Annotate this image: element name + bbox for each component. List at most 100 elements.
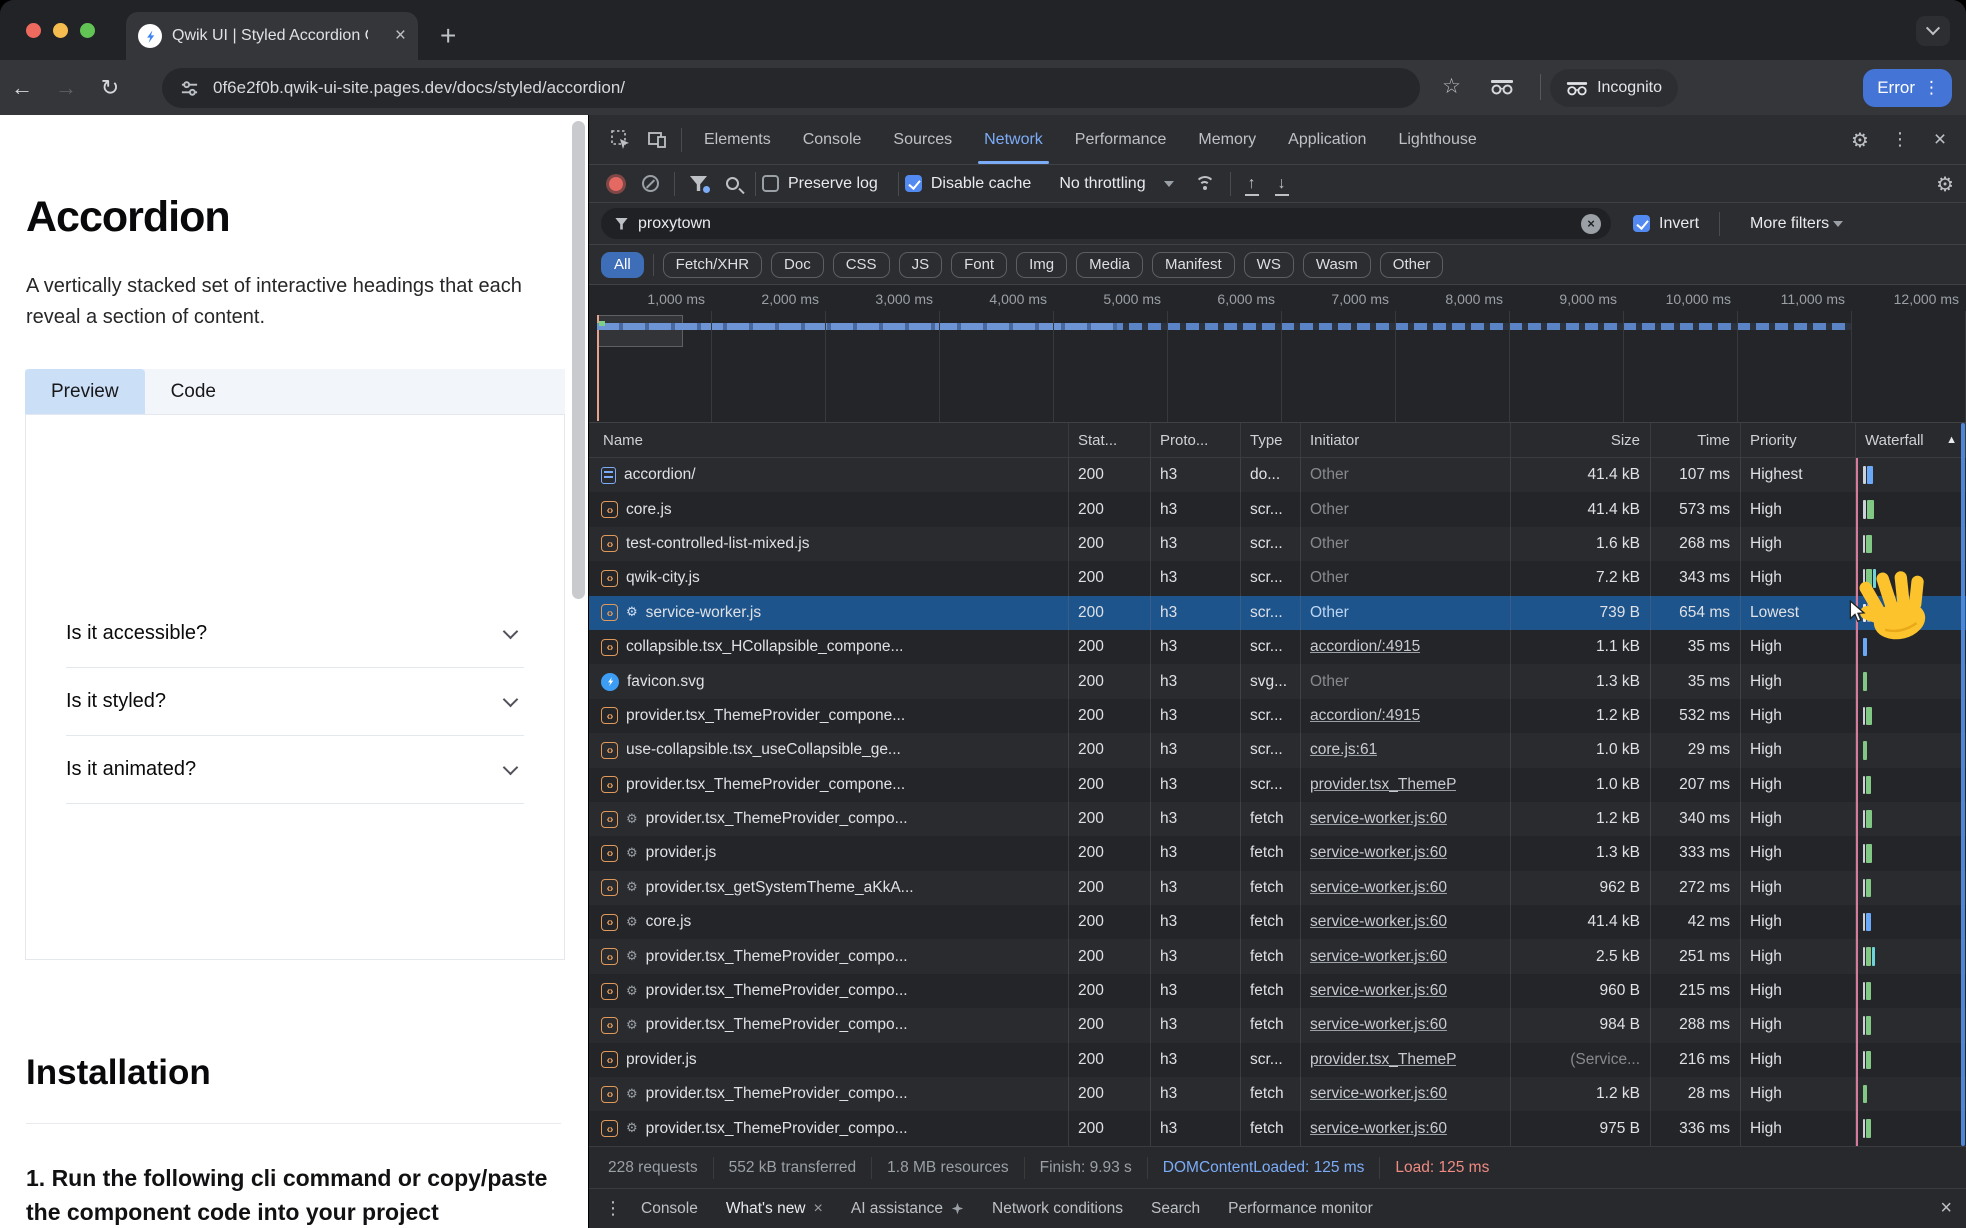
- devtools-tab-elements[interactable]: Elements: [688, 115, 787, 164]
- column-header-type[interactable]: Type: [1241, 423, 1301, 457]
- filter-chip-wasm[interactable]: Wasm: [1303, 252, 1371, 278]
- url-text[interactable]: 0f6e2f0b.qwik-ui-site.pages.dev/docs/sty…: [213, 78, 625, 98]
- more-filters-button[interactable]: More filters: [1750, 215, 1855, 233]
- preserve-log-checkbox[interactable]: [762, 175, 779, 192]
- requests-table-header[interactable]: NameStat...Proto...TypeInitiatorSizeTime…: [589, 423, 1966, 458]
- request-row-19[interactable]: ‹›⚙provider.tsx_ThemeProvider_compo...20…: [589, 1111, 1966, 1145]
- disable-cache-label[interactable]: Disable cache: [931, 175, 1032, 193]
- column-header-stat[interactable]: Stat...: [1069, 423, 1151, 457]
- request-row-3[interactable]: ‹›qwik-city.js200h3scr...Other7.2 kB343 …: [589, 561, 1966, 595]
- drawer-tab-close-icon[interactable]: ×: [814, 1200, 823, 1218]
- forward-button[interactable]: →: [44, 75, 88, 101]
- clear-filter-icon[interactable]: ×: [1581, 214, 1601, 234]
- request-row-4[interactable]: ‹›⚙service-worker.js200h3scr...Other739 …: [589, 596, 1966, 630]
- request-initiator[interactable]: service-worker.js:60: [1310, 913, 1447, 931]
- column-header-priority[interactable]: Priority: [1741, 423, 1856, 457]
- maximize-window-button[interactable]: [80, 23, 95, 38]
- devtools-tab-sources[interactable]: Sources: [877, 115, 968, 164]
- throttling-select[interactable]: No throttling: [1059, 175, 1145, 193]
- devtools-tab-application[interactable]: Application: [1272, 115, 1382, 164]
- profile-error-button[interactable]: Error ⋮: [1863, 69, 1952, 107]
- request-initiator[interactable]: service-worker.js:60: [1310, 844, 1447, 862]
- minimize-window-button[interactable]: [53, 23, 68, 38]
- close-window-button[interactable]: [26, 23, 41, 38]
- tab-search-button[interactable]: [1916, 16, 1950, 46]
- filter-input[interactable]: proxytown ×: [601, 208, 1611, 239]
- filter-chip-js[interactable]: JS: [899, 252, 943, 278]
- request-row-18[interactable]: ‹›⚙provider.tsx_ThemeProvider_compo...20…: [589, 1077, 1966, 1111]
- request-row-5[interactable]: ‹›collapsible.tsx_HCollapsible_compone..…: [589, 630, 1966, 664]
- request-row-9[interactable]: ‹›provider.tsx_ThemeProvider_compone...2…: [589, 768, 1966, 802]
- network-overview-timeline[interactable]: 1,000 ms2,000 ms3,000 ms4,000 ms5,000 ms…: [589, 285, 1966, 423]
- browser-tab[interactable]: Qwik UI | Styled Accordion Co ×: [126, 12, 418, 60]
- column-header-initiator[interactable]: Initiator: [1301, 423, 1511, 457]
- filter-chip-media[interactable]: Media: [1076, 252, 1143, 278]
- request-row-12[interactable]: ‹›⚙provider.tsx_getSystemTheme_aKkA...20…: [589, 871, 1966, 905]
- tab-preview[interactable]: Preview: [25, 369, 145, 414]
- filter-chip-css[interactable]: CSS: [833, 252, 890, 278]
- filter-chip-font[interactable]: Font: [951, 252, 1007, 278]
- timeline-selection-handle[interactable]: [597, 315, 599, 421]
- drawer-tab-whatsnew[interactable]: What's new×: [712, 1200, 837, 1218]
- request-initiator[interactable]: service-worker.js:60: [1310, 948, 1447, 966]
- request-initiator[interactable]: core.js:61: [1310, 741, 1377, 759]
- drawer-close-icon[interactable]: ×: [1940, 1197, 1952, 1220]
- device-toolbar-icon[interactable]: [639, 122, 675, 158]
- drawer-tab-console[interactable]: Console: [627, 1200, 712, 1218]
- column-header-name[interactable]: Name: [589, 423, 1069, 457]
- site-settings-icon[interactable]: [180, 79, 199, 98]
- accordion-item-2[interactable]: Is it animated?: [66, 736, 524, 804]
- request-row-11[interactable]: ‹›⚙provider.js200h3fetchservice-worker.j…: [589, 836, 1966, 870]
- request-initiator[interactable]: provider.tsx_ThemeP: [1310, 776, 1456, 794]
- devtools-tab-lighthouse[interactable]: Lighthouse: [1382, 115, 1492, 164]
- bookmark-star-icon[interactable]: ☆: [1442, 74, 1461, 99]
- request-row-1[interactable]: ‹›core.js200h3scr...Other41.4 kB573 msHi…: [589, 492, 1966, 526]
- request-row-2[interactable]: ‹›test-controlled-list-mixed.js200h3scr.…: [589, 527, 1966, 561]
- request-initiator[interactable]: service-worker.js:60: [1310, 879, 1447, 897]
- page-scrollbar[interactable]: [572, 121, 585, 599]
- invert-checkbox[interactable]: [1633, 215, 1650, 232]
- drawer-tab-search[interactable]: Search: [1137, 1200, 1214, 1218]
- address-bar[interactable]: 0f6e2f0b.qwik-ui-site.pages.dev/docs/sty…: [162, 68, 1420, 108]
- column-header-waterfall[interactable]: Waterfall▲: [1856, 423, 1966, 457]
- network-settings-icon[interactable]: ⚙: [1936, 172, 1954, 196]
- browser-menu-icon[interactable]: ⋮: [1923, 78, 1940, 98]
- new-tab-button[interactable]: +: [440, 22, 456, 50]
- tab-close-icon[interactable]: ×: [395, 25, 406, 47]
- devtools-tab-console[interactable]: Console: [787, 115, 878, 164]
- column-header-time[interactable]: Time: [1651, 423, 1741, 457]
- incognito-badge[interactable]: Incognito: [1550, 69, 1678, 107]
- devtools-scrollbar[interactable]: [1961, 423, 1965, 1146]
- preserve-log-label[interactable]: Preserve log: [788, 175, 878, 193]
- record-network-log-button[interactable]: [609, 177, 623, 191]
- column-header-size[interactable]: Size: [1511, 423, 1651, 457]
- accordion-item-1[interactable]: Is it styled?: [66, 668, 524, 736]
- drawer-tab-performancemonitor[interactable]: Performance monitor: [1214, 1200, 1387, 1218]
- reload-button[interactable]: ↻: [88, 75, 132, 101]
- request-row-7[interactable]: ‹›provider.tsx_ThemeProvider_compone...2…: [589, 699, 1966, 733]
- column-header-proto[interactable]: Proto...: [1151, 423, 1241, 457]
- filter-chip-other[interactable]: Other: [1380, 252, 1444, 278]
- filter-chip-doc[interactable]: Doc: [771, 252, 824, 278]
- back-button[interactable]: ←: [0, 75, 44, 101]
- request-initiator[interactable]: service-worker.js:60: [1310, 1085, 1447, 1103]
- request-row-15[interactable]: ‹›⚙provider.tsx_ThemeProvider_compo...20…: [589, 974, 1966, 1008]
- request-initiator[interactable]: service-worker.js:60: [1310, 1016, 1447, 1034]
- drawer-tab-aiassistance[interactable]: AI assistance: [837, 1200, 978, 1218]
- filter-icon[interactable]: [690, 176, 707, 191]
- request-initiator[interactable]: accordion/:4915: [1310, 707, 1420, 725]
- request-row-8[interactable]: ‹›use-collapsible.tsx_useCollapsible_ge.…: [589, 733, 1966, 767]
- clear-network-log-icon[interactable]: [642, 175, 659, 192]
- filter-chip-ws[interactable]: WS: [1244, 252, 1294, 278]
- request-row-0[interactable]: accordion/200h3do...Other41.4 kB107 msHi…: [589, 458, 1966, 492]
- accordion-item-0[interactable]: Is it accessible?: [66, 600, 524, 668]
- request-row-16[interactable]: ‹›⚙provider.tsx_ThemeProvider_compo...20…: [589, 1008, 1966, 1042]
- request-row-17[interactable]: ‹›provider.js200h3scr...provider.tsx_The…: [589, 1043, 1966, 1077]
- filter-value[interactable]: proxytown: [638, 215, 711, 233]
- drawer-tab-networkconditions[interactable]: Network conditions: [978, 1200, 1137, 1218]
- filter-chip-manifest[interactable]: Manifest: [1152, 252, 1235, 278]
- request-row-13[interactable]: ‹›⚙core.js200h3fetchservice-worker.js:60…: [589, 905, 1966, 939]
- drawer-menu-icon[interactable]: ⋮: [599, 1191, 627, 1227]
- filter-chip-fetchxhr[interactable]: Fetch/XHR: [663, 252, 762, 278]
- timeline-selection[interactable]: [597, 315, 683, 347]
